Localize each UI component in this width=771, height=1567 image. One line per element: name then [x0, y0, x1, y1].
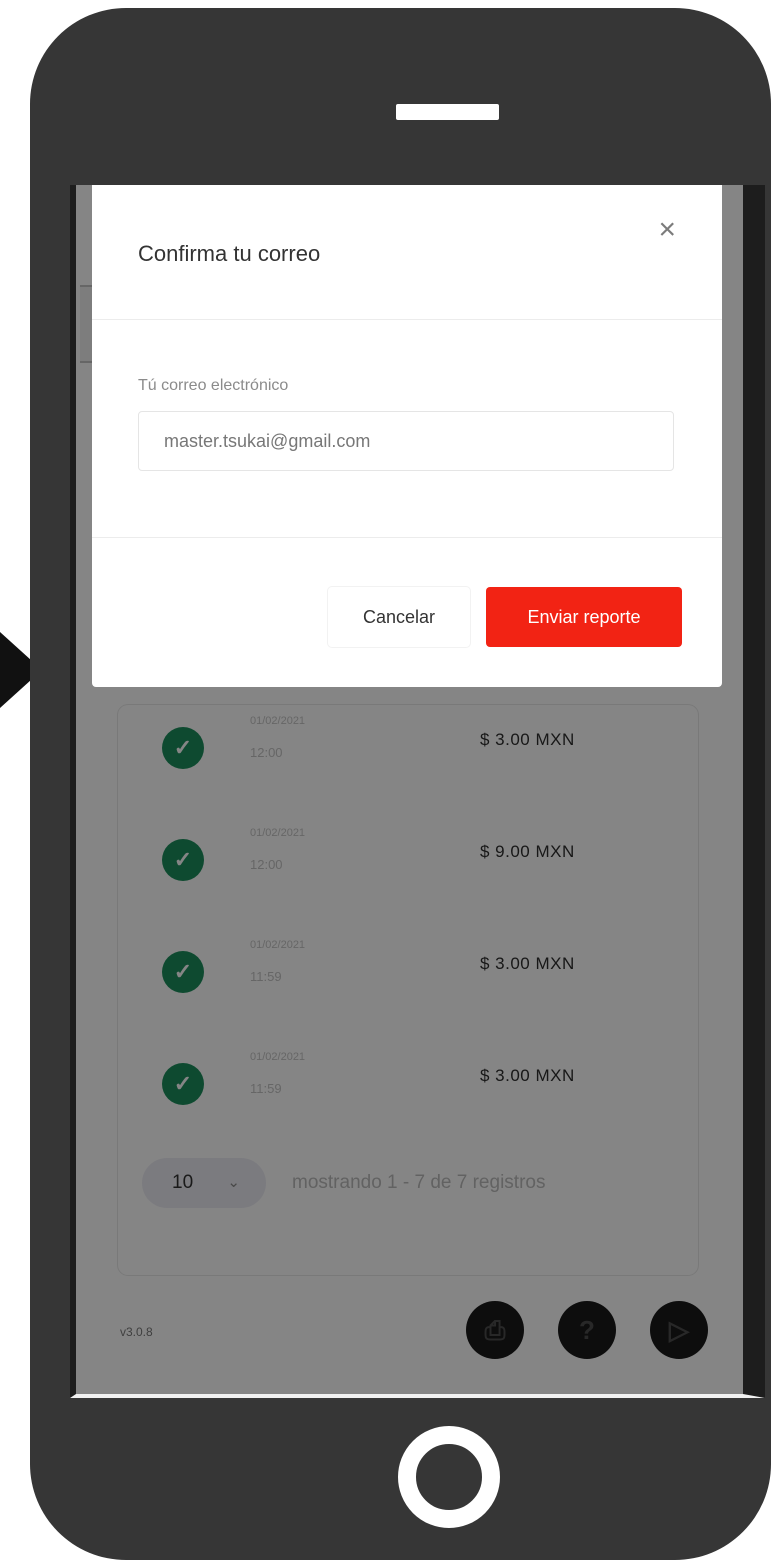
send-report-button[interactable]: Enviar reporte: [486, 587, 682, 647]
home-button[interactable]: [398, 1426, 500, 1528]
phone-speaker: [396, 104, 499, 120]
close-icon[interactable]: ×: [658, 215, 676, 245]
confirm-email-dialog: Confirma tu correo × Tú correo electróni…: [92, 185, 722, 687]
email-field[interactable]: master.tsukai@gmail.com: [138, 411, 674, 471]
dialog-title: Confirma tu correo: [138, 241, 321, 266]
header-divider: [92, 319, 722, 320]
email-label: Tú correo electrónico: [138, 377, 289, 394]
cancel-button[interactable]: Cancelar: [328, 587, 470, 647]
phone-screen: ✓ 01/02/2021 12:00 $ 3.00 MXN ✓ 01/02/20…: [70, 185, 765, 1398]
footer-divider: [92, 537, 722, 538]
